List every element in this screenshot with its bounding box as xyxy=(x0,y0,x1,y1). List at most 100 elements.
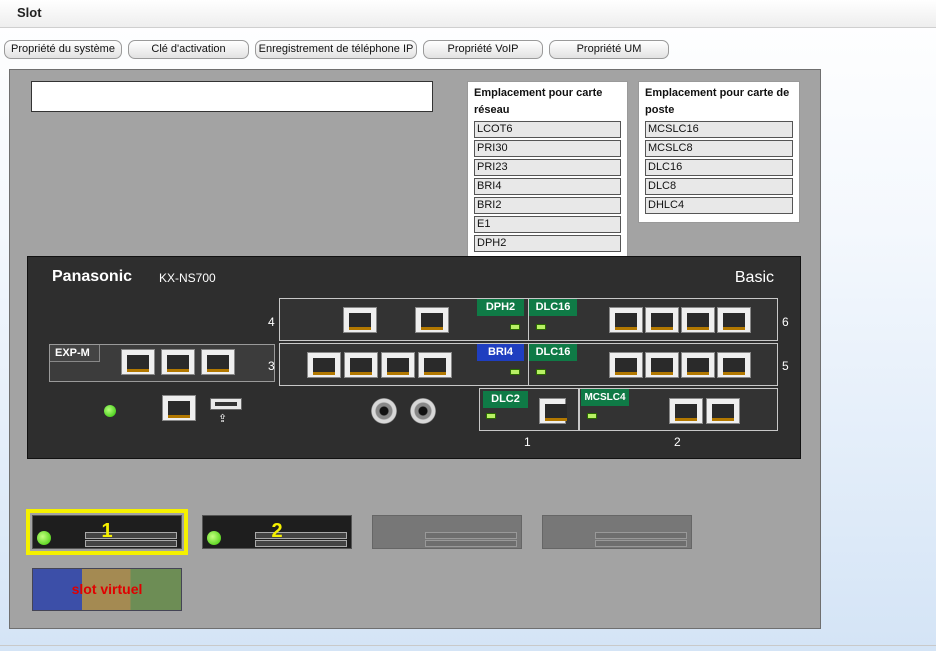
slot-3-card[interactable]: BRI4 xyxy=(279,343,529,386)
card-item-dlc16[interactable]: DLC16 xyxy=(645,159,793,176)
audio-jack-icon xyxy=(410,398,436,424)
card-item-dlc8[interactable]: DLC8 xyxy=(645,178,793,195)
slot-number-6: 6 xyxy=(782,315,789,329)
slot-number-1: 1 xyxy=(524,435,531,449)
lan-port-icon xyxy=(717,307,751,333)
pbx-unit: Panasonic KX-NS700 Basic EXP-M ⇪ 4 DPH2 … xyxy=(27,256,801,459)
status-box xyxy=(31,81,433,112)
tab-ip-phone-registration[interactable]: Enregistrement de téléphone IP xyxy=(255,40,417,59)
tab-system-property[interactable]: Propriété du système xyxy=(4,40,122,59)
unit-number-1: 1 xyxy=(101,520,113,542)
thumb-card-row xyxy=(255,540,347,547)
lan-port-icon xyxy=(681,307,715,333)
status-led-icon xyxy=(486,413,496,419)
status-led-icon xyxy=(536,324,546,330)
slot-5-card[interactable]: DLC16 xyxy=(528,343,778,386)
usb-port-icon xyxy=(210,398,242,410)
thumb-card-row xyxy=(255,532,347,539)
extension-card-list-header: Emplacement pour carte de poste xyxy=(645,87,790,116)
slot-number-2: 2 xyxy=(674,435,681,449)
card-item-pri30[interactable]: PRI30 xyxy=(474,140,621,157)
thumb-card-row xyxy=(85,532,177,539)
lan-port-icon xyxy=(669,398,703,424)
network-card-list: Emplacement pour carte réseau LCOT6 PRI3… xyxy=(467,81,628,261)
card-item-bri2[interactable]: BRI2 xyxy=(474,197,621,214)
lan-port-icon xyxy=(539,398,567,424)
card-label-dph2: DPH2 xyxy=(477,299,524,316)
lan-port-icon xyxy=(418,352,452,378)
audio-jack-icon xyxy=(371,398,397,424)
card-item-bri4[interactable]: BRI4 xyxy=(474,178,621,195)
lan-port-icon xyxy=(415,307,449,333)
slot-panel: Emplacement pour carte réseau LCOT6 PRI3… xyxy=(9,69,821,629)
lan-port-icon xyxy=(121,349,155,375)
status-led-icon xyxy=(587,413,597,419)
unit-thumbnail-2[interactable]: 2 xyxy=(202,515,352,549)
brand-logo: Panasonic xyxy=(52,268,133,285)
status-led-icon xyxy=(536,369,546,375)
virtual-slot-thumbnail[interactable]: slot virtuel xyxy=(32,568,182,611)
thumb-card-row xyxy=(425,532,517,539)
lan-port-icon xyxy=(717,352,751,378)
model-label: KX-NS700 xyxy=(159,271,216,285)
title-bar: Slot xyxy=(0,0,936,28)
slot-4-card[interactable]: DPH2 xyxy=(279,298,529,341)
network-card-list-header: Emplacement pour carte réseau xyxy=(474,87,603,116)
tab-um-property[interactable]: Propriété UM xyxy=(549,40,669,59)
card-label-dlc16: DLC16 xyxy=(529,299,577,316)
unit-thumbnail-3[interactable] xyxy=(372,515,522,549)
card-item-mcslc16[interactable]: MCSLC16 xyxy=(645,121,793,138)
lan-port-icon xyxy=(645,307,679,333)
slot-number-3: 3 xyxy=(268,359,275,373)
card-label-mcslc4: MCSLC4 xyxy=(581,389,629,406)
lan-port-icon xyxy=(344,352,378,378)
thumb-card-row xyxy=(85,540,177,547)
card-item-lcot6[interactable]: LCOT6 xyxy=(474,121,621,138)
slot-number-4: 4 xyxy=(268,315,275,329)
lan-port-icon xyxy=(201,349,235,375)
power-led-icon xyxy=(37,531,51,545)
card-label-dlc2: DLC2 xyxy=(483,391,528,408)
lan-port-icon xyxy=(706,398,740,424)
card-item-dhlc4[interactable]: DHLC4 xyxy=(645,197,793,214)
page-title: Slot xyxy=(17,5,42,20)
thumb-card-row xyxy=(595,540,687,547)
lan-port-icon xyxy=(343,307,377,333)
unit-thumbnail-4[interactable] xyxy=(542,515,692,549)
usb-symbol-icon: ⇪ xyxy=(218,413,228,425)
lan-port-icon xyxy=(645,352,679,378)
extension-card-list: Emplacement pour carte de poste MCSLC16 … xyxy=(638,81,800,223)
status-led-icon xyxy=(510,324,520,330)
lan-port-icon xyxy=(609,352,643,378)
slot-1-card[interactable]: DLC2 xyxy=(479,388,579,431)
lan-port-icon xyxy=(681,352,715,378)
exp-m-slot[interactable]: EXP-M xyxy=(49,344,275,382)
lan-port-icon xyxy=(161,349,195,375)
edition-label: Basic xyxy=(734,269,774,286)
thumb-card-row xyxy=(595,532,687,539)
card-label-bri4: BRI4 xyxy=(477,344,524,361)
thumb-card-row xyxy=(425,540,517,547)
lan-port-icon xyxy=(162,395,196,421)
power-led-icon xyxy=(104,405,116,417)
lan-port-icon xyxy=(609,307,643,333)
card-item-pri23[interactable]: PRI23 xyxy=(474,159,621,176)
slot-number-5: 5 xyxy=(782,359,789,373)
exp-m-label: EXP-M xyxy=(50,345,100,362)
power-led-icon xyxy=(207,531,221,545)
lan-port-icon xyxy=(307,352,341,378)
card-label-dlc16: DLC16 xyxy=(529,344,577,361)
card-item-dph2[interactable]: DPH2 xyxy=(474,235,621,252)
slot-6-card[interactable]: DLC16 xyxy=(528,298,778,341)
slot-2-card[interactable]: MCSLC4 xyxy=(579,388,778,431)
unit-thumbnail-1[interactable]: 1 xyxy=(26,509,188,555)
lan-port-icon xyxy=(381,352,415,378)
tab-activation-key[interactable]: Clé d'activation xyxy=(128,40,249,59)
card-item-mcslc8[interactable]: MCSLC8 xyxy=(645,140,793,157)
footer-divider xyxy=(0,645,936,646)
status-led-icon xyxy=(510,369,520,375)
unit-number-2: 2 xyxy=(271,520,283,542)
card-item-e1[interactable]: E1 xyxy=(474,216,621,233)
virtual-slot-label: slot virtuel xyxy=(71,581,143,597)
tab-voip-property[interactable]: Propriété VoIP xyxy=(423,40,543,59)
